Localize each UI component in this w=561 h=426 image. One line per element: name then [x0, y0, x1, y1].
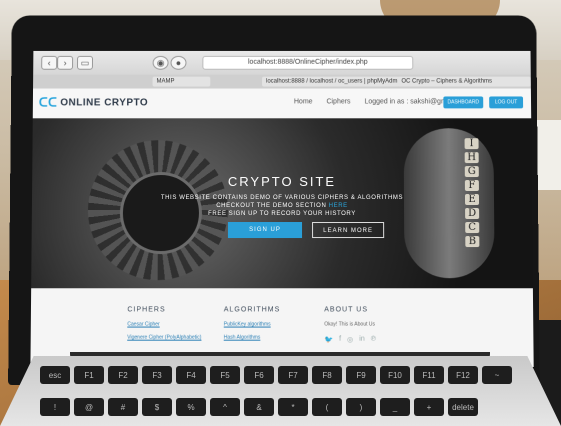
nav-ciphers[interactable]: Ciphers: [326, 98, 350, 105]
keyboard-key[interactable]: esc: [40, 366, 70, 384]
sidebar-icon[interactable]: ▭: [76, 55, 94, 70]
hero-line-1: THIS WEBSITE CONTAINS DEMO OF VARIOUS CI…: [160, 195, 404, 201]
site-header: ᑕᑕ ONLINE CRYPTO Home Ciphers Logged in …: [32, 88, 532, 120]
algorithms-column: ALGORITHMS PublicKey algorithms Hash Alg…: [224, 306, 281, 347]
keyboard-key[interactable]: #: [108, 398, 138, 416]
keyboard-key[interactable]: &: [244, 398, 274, 416]
keyboard-key[interactable]: %: [176, 398, 206, 416]
social-links: 🐦 f ◎ in ℗: [324, 336, 376, 344]
keyboard-key[interactable]: ^: [210, 398, 240, 416]
keyboard-key[interactable]: F3: [142, 366, 172, 384]
keyboard-key[interactable]: F2: [108, 366, 138, 384]
tab-bar: MAMP localhost:8888 / localhost / oc_use…: [33, 74, 531, 90]
hero-line-2: CHECKOUT THE DEMO SECTION HERE: [32, 202, 532, 210]
keyboard-key[interactable]: (: [312, 398, 342, 416]
keyboard-key[interactable]: F8: [312, 366, 342, 384]
keyboard-key[interactable]: +: [414, 398, 444, 416]
caesar-cipher-link[interactable]: Caesar Cipher: [127, 322, 201, 328]
algorithms-heading: ALGORITHMS: [223, 306, 281, 314]
about-heading: ABOUT US: [324, 306, 369, 314]
ciphers-heading: CIPHERS: [127, 306, 166, 314]
keyboard-key[interactable]: @: [74, 398, 104, 416]
pinterest-icon[interactable]: ℗: [371, 336, 376, 344]
cylinder-letters: I H G F E D C B: [462, 138, 483, 248]
linkedin-icon[interactable]: in: [359, 336, 365, 344]
hero-title: CRYPTO SITE: [227, 174, 337, 190]
publickey-algorithms-link[interactable]: PublicKey algorithms: [224, 322, 281, 328]
keyboard-key[interactable]: F5: [210, 366, 240, 384]
keyboard-key[interactable]: $: [142, 398, 172, 416]
about-text: Okay! This is About Us: [324, 321, 375, 328]
learn-more-button[interactable]: LEARN MORE: [312, 222, 385, 239]
keyboard-keys: esc F1 F2 F3 F4 F5 F6 F7 F8 F9 F10 F11 F12 ~! @ # $% ^ & *(…: [40, 366, 520, 426]
keyboard-key[interactable]: F12: [448, 366, 478, 384]
extension-icon-2[interactable]: ●: [170, 55, 187, 70]
instagram-icon[interactable]: ◎: [347, 336, 353, 344]
keyboard-key[interactable]: F9: [346, 366, 376, 384]
about-column: ABOUT US Okay! This is About Us 🐦 f ◎ in…: [324, 306, 376, 343]
cylinder-letter: B: [465, 236, 480, 248]
extension-icon[interactable]: ◉: [152, 55, 169, 70]
back-icon[interactable]: ‹: [41, 55, 58, 70]
hero-banner: I H G F E D C B CRYPTO SITE THIS WEBSITE…: [31, 118, 533, 289]
nav-home[interactable]: Home: [294, 98, 313, 105]
ciphers-column: CIPHERS Caesar Cipher Vigenere Cipher (P…: [127, 306, 201, 347]
keyboard-key[interactable]: !: [40, 398, 70, 416]
keyboard-key[interactable]: _: [380, 398, 410, 416]
dashboard-button[interactable]: DASHBOARD: [443, 96, 484, 109]
vigenere-cipher-link[interactable]: Vigenere Cipher (PolyAlphabetic): [127, 335, 201, 341]
keyboard-key[interactable]: F10: [380, 366, 410, 384]
logout-button[interactable]: LOG OUT: [489, 96, 524, 109]
keyboard-key[interactable]: ): [346, 398, 376, 416]
hero-subtitle: THIS WEBSITE CONTAINS DEMO OF VARIOUS CI…: [32, 194, 532, 218]
keyboard-key[interactable]: delete: [448, 398, 478, 416]
forward-icon[interactable]: ›: [57, 55, 74, 70]
tab-phpmyadmin[interactable]: localhost:8888 / localhost / oc_users | …: [262, 76, 400, 87]
twitter-icon[interactable]: 🐦: [324, 336, 333, 344]
browser-toolbar: ‹ › ▭ ◉ ● localhost:8888/OnlineCipher/in…: [33, 50, 531, 76]
keyboard-key[interactable]: F6: [244, 366, 274, 384]
keyboard-key[interactable]: F11: [414, 366, 444, 384]
address-bar[interactable]: localhost:8888/OnlineCipher/index.php: [202, 55, 414, 70]
sign-up-button[interactable]: SIGN UP: [227, 222, 303, 239]
hash-algorithms-link[interactable]: Hash Algorithms: [224, 335, 281, 341]
hero-line-3: FREE SIGN UP TO RECORD YOUR HISTORY: [208, 210, 356, 218]
laptop-screen: ‹ › ▭ ◉ ● localhost:8888/OnlineCipher/in…: [30, 50, 534, 367]
keyboard-key[interactable]: F7: [278, 366, 308, 384]
keyboard-key[interactable]: F1: [74, 366, 104, 384]
laptop-bezel: ‹ › ▭ ◉ ● localhost:8888/OnlineCipher/in…: [8, 15, 540, 386]
tab-mamp[interactable]: MAMP: [152, 76, 211, 87]
facebook-icon[interactable]: f: [339, 336, 341, 344]
demo-here-link[interactable]: HERE: [329, 203, 348, 209]
tab-online-crypto[interactable]: OC Crypto – Ciphers & Algorithms: [397, 76, 531, 87]
site-logo[interactable]: ᑕᑕ ONLINE CRYPTO: [39, 95, 148, 109]
logo-rings-icon: ᑕᑕ: [38, 95, 58, 110]
cylinder-letter: I: [464, 138, 479, 150]
logo-text: ONLINE CRYPTO: [60, 96, 149, 108]
hero-line-2-text: CHECKOUT THE DEMO SECTION: [216, 202, 327, 209]
cylinder-letter: C: [465, 222, 480, 234]
cylinder-letter: H: [464, 152, 479, 164]
keyboard-key[interactable]: F4: [176, 366, 206, 384]
keyboard-key[interactable]: *: [278, 398, 308, 416]
keyboard-key[interactable]: ~: [482, 366, 512, 384]
